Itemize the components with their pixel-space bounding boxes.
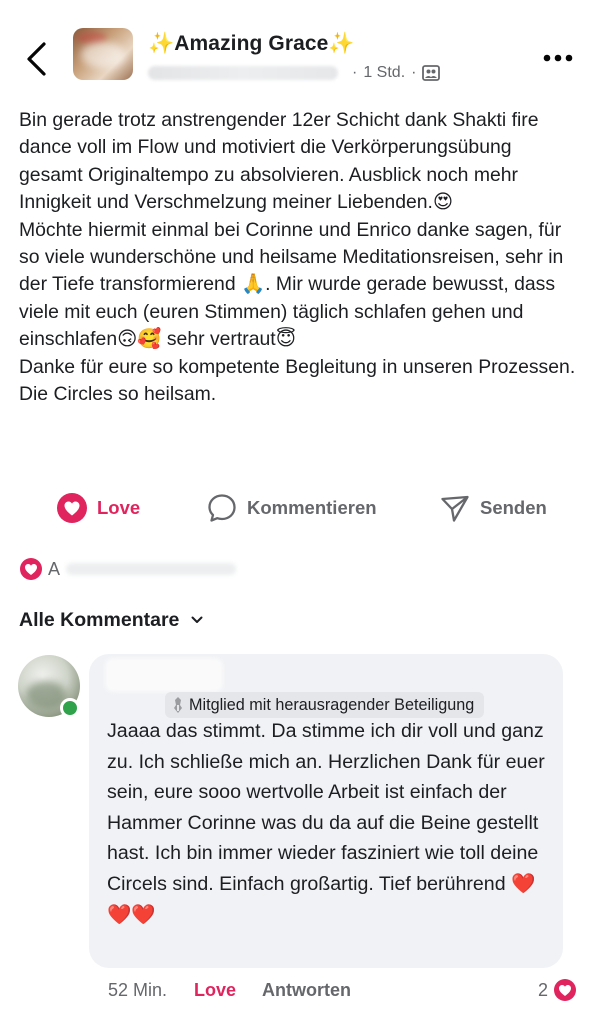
more-options-button[interactable]	[538, 46, 578, 70]
meta-separator: ·	[352, 64, 358, 81]
comment-footer: 52 Min. Love Antworten	[108, 975, 351, 1005]
reactions-names: A	[48, 558, 61, 579]
post-text: Bin gerade trotz anstrengender 12er Schi…	[19, 107, 579, 408]
love-reaction-icon	[18, 556, 44, 582]
badge-icon	[174, 697, 182, 713]
comment-reaction-count[interactable]: 2	[538, 975, 578, 1005]
meta-separator: ·	[411, 64, 417, 81]
group-avatar[interactable]	[73, 28, 133, 80]
send-icon	[441, 495, 469, 522]
post-actions-bar: Love Kommentieren Senden	[0, 486, 595, 530]
group-members-icon	[422, 65, 441, 81]
comment-reaction-number: 2	[538, 979, 549, 1000]
post-paragraph: Danke für eure so kompetente Begleitung …	[19, 355, 576, 406]
author-name-redacted[interactable]	[148, 66, 338, 80]
comment-time[interactable]: 52 Min.	[108, 980, 167, 1001]
send-button[interactable]: Senden	[439, 486, 547, 530]
post-paragraph: Möchte hiermit einmal bei Corinne und En…	[19, 218, 564, 351]
more-dots-icon	[543, 54, 573, 62]
comment-bubble-icon	[208, 494, 236, 522]
chevron-left-icon	[27, 42, 46, 76]
comment-text: Jaaaa das stimmt. Da stimme ich dir voll…	[107, 720, 545, 926]
comment-bubble[interactable]: Mitglied mit herausragender Beteiligung …	[89, 654, 563, 968]
top-contributor-badge[interactable]: Mitglied mit herausragender Beteiligung	[165, 692, 485, 718]
online-status-dot	[60, 698, 80, 718]
reply-button[interactable]: Antworten	[262, 980, 351, 1001]
love-reaction-icon	[552, 977, 578, 1003]
commenter-name-redacted[interactable]	[105, 658, 223, 692]
chevron-down-icon	[191, 616, 203, 623]
reactions-summary[interactable]: A	[18, 556, 237, 582]
comments-filter-label: Alle Kommentare	[19, 608, 180, 631]
comments-filter-dropdown[interactable]: Alle Kommentare	[19, 606, 203, 634]
comment-love-button[interactable]: Love	[194, 980, 236, 1001]
comment-label: Kommentieren	[247, 497, 377, 518]
love-button[interactable]: Love	[56, 486, 140, 530]
love-label: Love	[97, 497, 141, 518]
post-header: ✨Amazing Grace✨ · 1 Std. ·	[0, 0, 595, 100]
badge-label: Mitglied mit herausragender Beteiligung	[189, 695, 475, 714]
send-label: Senden	[480, 497, 547, 518]
group-name[interactable]: ✨Amazing Grace✨	[148, 32, 355, 56]
post-time[interactable]: 1 Std.	[363, 64, 405, 82]
love-reaction-icon	[57, 493, 87, 523]
reactions-names-redacted	[66, 563, 237, 575]
post-meta: · 1 Std. ·	[148, 63, 441, 83]
back-button[interactable]	[16, 36, 56, 82]
post-paragraph: Bin gerade trotz anstrengender 12er Schi…	[19, 109, 539, 214]
comment-button[interactable]: Kommentieren	[206, 486, 377, 530]
